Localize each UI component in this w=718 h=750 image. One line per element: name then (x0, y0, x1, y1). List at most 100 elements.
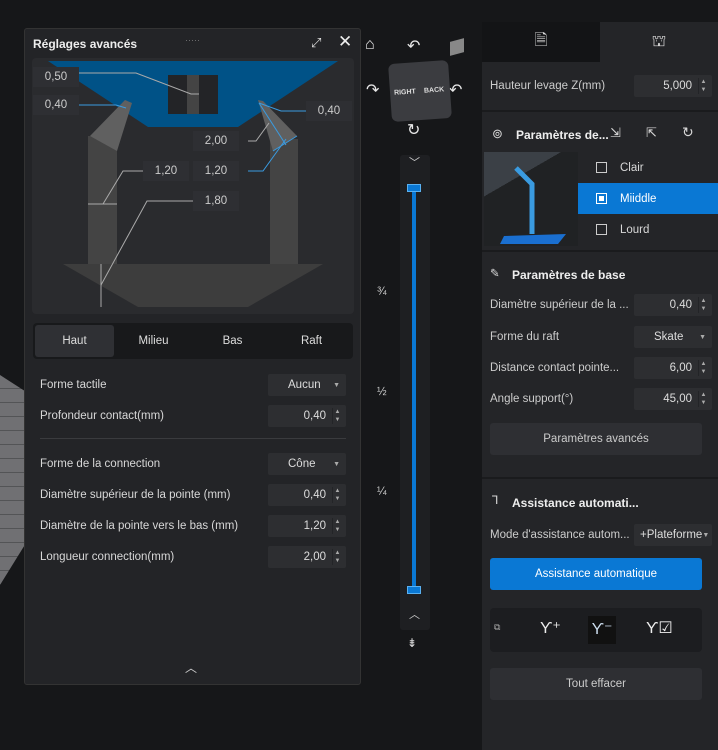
connection-length-input[interactable]: 2,00 ▲ ▼ (268, 546, 346, 568)
checkbox-checked-icon (596, 193, 607, 204)
preset-label: Lourd (620, 223, 650, 236)
perspective-cube-icon[interactable] (450, 38, 464, 56)
auto-mode-select[interactable]: +Plateforme ▼ (634, 524, 712, 546)
support-icon: ⅂ (492, 495, 499, 507)
preset-gear-icon: ⊚ (492, 126, 503, 141)
caret-down-icon: ▼ (699, 333, 706, 341)
field-label: Forme tactile (40, 379, 107, 391)
contact-depth-input[interactable]: 0,40 ▲ ▼ (268, 405, 346, 427)
base-height-label: 1,80 (193, 191, 239, 211)
reset-icon[interactable]: ↻ (682, 124, 694, 141)
contact-shape-select[interactable]: Aucun ▼ (268, 374, 346, 396)
checkbox-icon (596, 162, 607, 173)
collapse-icon[interactable]: ⧉ (494, 622, 500, 633)
preset-lourd[interactable]: Lourd (578, 214, 718, 245)
field-label: Diamètre supérieur de la ... (490, 299, 629, 311)
input-value: 0,40 (303, 489, 326, 501)
tab-supports[interactable]: ⛫ (600, 22, 718, 62)
drag-handle[interactable]: ····· (185, 35, 200, 45)
remove-support-icon[interactable]: ϒ⁻ (588, 616, 616, 644)
tab-raft[interactable]: Raft (272, 325, 351, 357)
cube-face-back[interactable]: BACK (424, 86, 445, 94)
top-diameter-input[interactable]: 0,40 ▲ ▼ (634, 294, 712, 316)
tip-top-diameter-input[interactable]: 0,40 ▲ ▼ (268, 484, 346, 506)
add-support-icon[interactable]: ϒ⁺ (540, 618, 561, 638)
rotate-down-icon[interactable]: ↻ (407, 120, 420, 140)
rotate-up-icon[interactable]: ↶ (407, 36, 420, 56)
cube-face-right[interactable]: RIGHT (394, 88, 416, 97)
contact-distance-input[interactable]: 6,00 ▲ ▼ (634, 357, 712, 379)
divider (40, 438, 346, 439)
field-label: Angle support(°) (490, 393, 574, 405)
tab-milieu[interactable]: Milieu (114, 325, 193, 357)
preset-clair[interactable]: Clair (578, 152, 718, 183)
close-icon[interactable]: ✕ (338, 32, 352, 52)
tab-haut[interactable]: Haut (35, 325, 114, 357)
clear-all-button[interactable]: Tout effacer (490, 668, 702, 700)
support-angle-input[interactable]: 45,00 ▲ ▼ (634, 388, 712, 410)
input-value: 6,00 (669, 362, 692, 374)
lift-height-row: Hauteur levage Z(mm) 5,000 ▲ ▼ (490, 75, 712, 97)
connection-length-row: Longueur connection(mm) 2,00 ▲ ▼ (40, 546, 346, 568)
expand-icon[interactable]: ⤢ (311, 35, 321, 51)
spinner-icon[interactable]: ▲ ▼ (698, 78, 708, 94)
field-label: Mode d'assistance autom... (490, 529, 630, 541)
tick-half: ½ (377, 386, 387, 398)
edit-support-icon[interactable]: ϒ☑ (646, 618, 673, 638)
select-value: +Plateforme (640, 529, 703, 541)
chevron-down-icon[interactable]: ﹀ (409, 154, 420, 170)
slider-handle-top[interactable] (407, 184, 421, 192)
tab-print-settings[interactable]: 🗎 (482, 22, 600, 62)
support-tools: ⧉ ϒ⁺ ϒ⁻ ϒ☑ (490, 608, 702, 652)
input-value: 45,00 (663, 393, 692, 405)
select-value: Skate (654, 331, 684, 343)
right-pillar (270, 139, 298, 264)
auto-support-section: ⅂ Assistance automati... (482, 477, 718, 510)
rotate-left-icon[interactable]: ↷ (366, 80, 379, 100)
caret-down-icon: ▼ (333, 460, 340, 468)
field-label: Longueur connection(mm) (40, 551, 175, 563)
advanced-params-button[interactable]: Paramètres avancés (490, 423, 702, 455)
tab-bas[interactable]: Bas (193, 325, 272, 357)
export-icon[interactable]: ⇱ (646, 125, 657, 141)
tick-three-quarters: ¾ (377, 286, 387, 298)
bottom-diameter-label: 1,20 (193, 161, 239, 181)
input-value: 0,40 (303, 410, 326, 422)
tick-quarter: ¼ (377, 486, 387, 498)
spinner-icon[interactable]: ▲ ▼ (698, 391, 708, 407)
spinner-icon[interactable]: ▲ ▼ (332, 487, 342, 503)
connection-shape-row: Forme de la connection Cône ▼ (40, 453, 346, 475)
base-params-section: ✎ Paramètres de base (482, 250, 718, 282)
support-icon: ⛫ (651, 33, 667, 50)
auto-support-button[interactable]: Assistance automatique (490, 558, 702, 590)
preset-middle[interactable]: Miiddle (578, 183, 718, 214)
left-tip-label: 0,40 (33, 95, 79, 115)
chevron-up-icon[interactable]: ︿ (409, 606, 420, 622)
slider-handle-bottom[interactable] (407, 586, 421, 594)
rotate-right-icon[interactable]: ↶ (449, 80, 462, 100)
connection-length-label: 2,00 (193, 131, 239, 151)
preset-preview-image (484, 152, 578, 246)
tip-bottom-diameter-input[interactable]: 1,20 ▲ ▼ (268, 515, 346, 537)
chevron-up-icon[interactable]: ︿ (185, 659, 197, 676)
field-label: Forme du raft (490, 331, 560, 343)
lift-height-input[interactable]: 5,000 ▲ ▼ (634, 75, 712, 97)
spinner-icon[interactable]: ▲ ▼ (332, 408, 342, 424)
dialog-title: Réglages avancés (33, 37, 138, 51)
raft-shape-select[interactable]: Skate ▼ (634, 326, 712, 348)
input-value: 1,20 (303, 520, 326, 532)
spinner-icon[interactable]: ▲ ▼ (332, 518, 342, 534)
z-height-icon[interactable]: ⇟ (407, 636, 417, 650)
spinner-icon[interactable]: ▲ ▼ (332, 549, 342, 565)
layer-slider-track[interactable] (412, 186, 416, 592)
connection-shape-select[interactable]: Cône ▼ (268, 453, 346, 475)
left-pillar (88, 136, 117, 264)
import-icon[interactable]: ⇲ (610, 125, 621, 141)
home-view-icon[interactable]: ⌂ (365, 36, 375, 54)
view-cube[interactable]: RIGHT BACK (388, 59, 452, 123)
spinner-icon[interactable]: ▲ ▼ (698, 297, 708, 313)
input-value: 2,00 (303, 551, 326, 563)
spinner-icon[interactable]: ▲ ▼ (698, 360, 708, 376)
pillar-diameter-label: 1,20 (143, 161, 189, 181)
base-params-title: Paramètres de base (512, 268, 626, 282)
